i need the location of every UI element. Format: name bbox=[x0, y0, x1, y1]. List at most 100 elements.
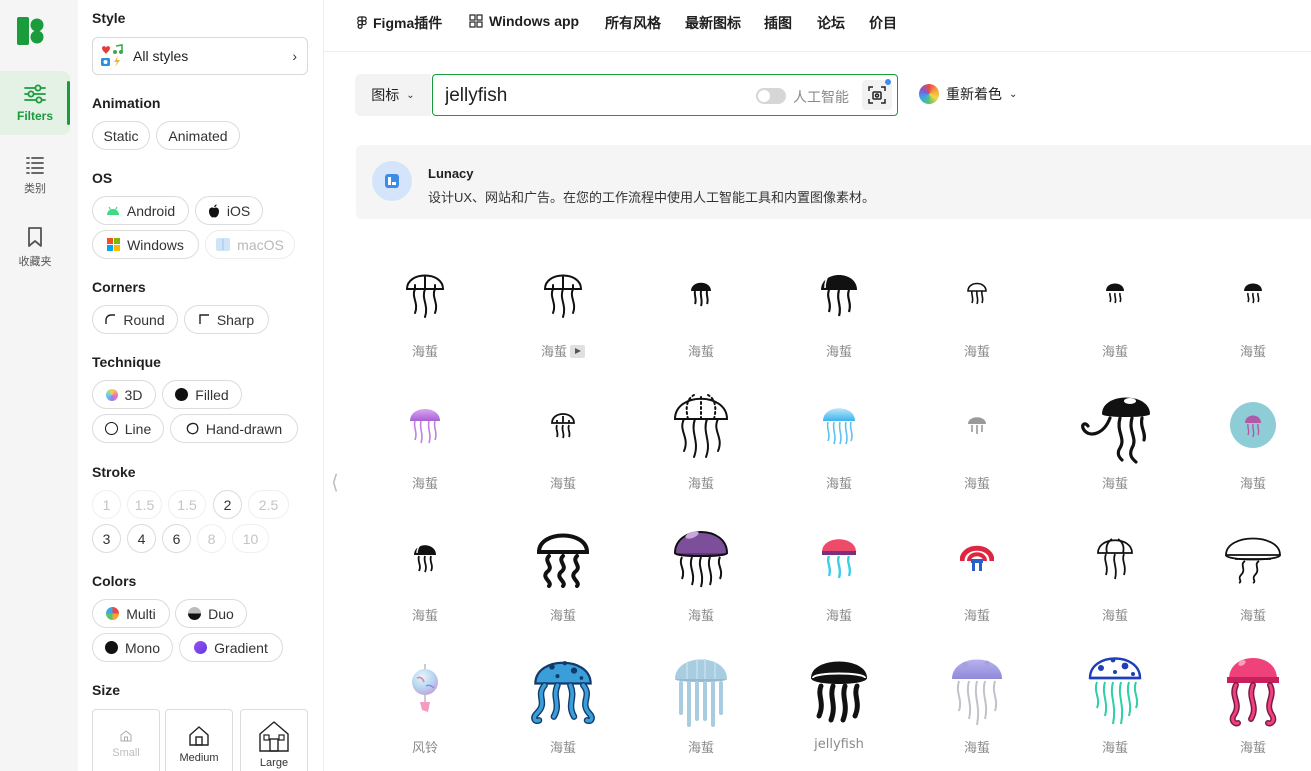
size-medium-label: Medium bbox=[179, 752, 219, 764]
icons8-logo[interactable] bbox=[17, 17, 45, 45]
os-ios-chip[interactable]: iOS bbox=[195, 196, 263, 225]
chip-label: macOS bbox=[237, 236, 284, 253]
colors-multi-chip[interactable]: Multi bbox=[92, 599, 170, 628]
icon-result[interactable]: jellyfish bbox=[770, 653, 908, 771]
icon-result[interactable]: 海蜇 bbox=[494, 389, 632, 521]
stroke-option[interactable]: 2.5 bbox=[248, 490, 289, 519]
colors-gradient-chip[interactable]: Gradient bbox=[179, 633, 283, 662]
stroke-option[interactable]: 4 bbox=[127, 524, 156, 553]
sliders-icon bbox=[24, 84, 46, 103]
icon-result[interactable]: 海蜇 bbox=[494, 257, 632, 389]
search-type-select[interactable]: 图标 ⌄ bbox=[355, 74, 431, 116]
promo-banner[interactable]: Lunacy 设计UX、网站和广告。在您的工作流程中使用人工智能工具和内置图像素… bbox=[356, 145, 1311, 219]
stroke-option[interactable]: 1.5 bbox=[127, 490, 162, 519]
icon-result[interactable]: 海蜇 bbox=[356, 257, 494, 389]
technique-filled-chip[interactable]: Filled bbox=[162, 380, 242, 409]
image-search-button[interactable] bbox=[862, 79, 892, 110]
stroke-option[interactable]: 1 bbox=[92, 490, 121, 519]
list-icon bbox=[26, 156, 44, 174]
chip-label: Static bbox=[103, 127, 139, 144]
style-select[interactable]: All styles › bbox=[92, 37, 308, 75]
icon-result[interactable]: 海蜇 bbox=[770, 389, 908, 521]
icon-result[interactable]: 海蜇 bbox=[632, 653, 770, 771]
icon-result[interactable]: 海蜇 bbox=[908, 257, 1046, 389]
icon-result[interactable]: 海蜇 bbox=[1046, 653, 1184, 771]
stroke-option[interactable]: 3 bbox=[92, 524, 121, 553]
jellyfish-wide-outline-icon bbox=[1218, 521, 1288, 593]
icon-result[interactable]: 海蜇 bbox=[632, 257, 770, 389]
nav-figma-plugin[interactable]: Figma插件 bbox=[357, 13, 442, 33]
icon-result[interactable]: 风铃 bbox=[356, 653, 494, 771]
rail-categories[interactable]: 类别 bbox=[0, 143, 70, 207]
os-windows-chip[interactable]: Windows bbox=[92, 230, 199, 259]
chip-label: Sharp bbox=[216, 311, 255, 328]
stroke-option[interactable]: 10 bbox=[232, 524, 269, 553]
stroke-option[interactable]: 8 bbox=[197, 524, 226, 553]
stroke-option[interactable]: 1.5 bbox=[168, 490, 206, 519]
icon-label: 海蜇 bbox=[1101, 477, 1128, 492]
icon-result[interactable]: 海蜇 bbox=[632, 389, 770, 521]
jellyfish-blue-spotted-icon bbox=[528, 653, 598, 725]
icon-result[interactable]: 海蜇 bbox=[494, 653, 632, 771]
icon-result[interactable]: 海蜇 bbox=[908, 389, 1046, 521]
size-large-option[interactable]: Large bbox=[240, 709, 308, 771]
rail-favorites[interactable]: 收藏夹 bbox=[0, 215, 70, 279]
icon-result[interactable]: 海蜇 bbox=[1184, 257, 1311, 389]
icon-result[interactable]: 海蜇 bbox=[770, 257, 908, 389]
technique-3d-chip[interactable]: 3D bbox=[92, 380, 156, 409]
size-small-option[interactable]: Small bbox=[92, 709, 160, 771]
icon-result[interactable]: 海蜇 bbox=[908, 653, 1046, 771]
icon-result[interactable]: 海蜇 bbox=[1184, 521, 1311, 653]
rail-filters-label: Filters bbox=[16, 108, 53, 123]
stroke-option[interactable]: 6 bbox=[162, 524, 191, 553]
recolor-dropdown[interactable]: 重新着色 ⌄ bbox=[919, 84, 1017, 104]
nav-pricing[interactable]: 价目 bbox=[869, 13, 897, 33]
icon-result[interactable]: 海蜇 bbox=[356, 521, 494, 653]
house-small-icon bbox=[120, 730, 132, 742]
stroke-option[interactable]: 2 bbox=[213, 490, 242, 519]
animation-animated-chip[interactable]: Animated bbox=[156, 121, 240, 150]
nav-illustrations[interactable]: 插图 bbox=[764, 13, 792, 33]
rail-categories-label: 类别 bbox=[24, 181, 46, 195]
jellyfish-lightblue-icon bbox=[666, 653, 736, 727]
ai-toggle[interactable] bbox=[756, 88, 786, 104]
nav-windows-app[interactable]: Windows app bbox=[469, 13, 579, 29]
icon-result[interactable]: 海蜇 bbox=[356, 389, 494, 521]
chevron-right-icon: › bbox=[292, 48, 297, 64]
all-styles-icon bbox=[101, 44, 123, 67]
jellyfish-red-blue-icon bbox=[942, 521, 1012, 593]
icon-result[interactable]: 海蜇 bbox=[1046, 389, 1184, 521]
jellyfish-side-filled-icon bbox=[390, 521, 460, 593]
jellyfish-mini-filled-icon bbox=[1080, 257, 1150, 329]
nav-new-icons[interactable]: 最新图标 bbox=[685, 13, 741, 33]
colors-mono-chip[interactable]: Mono bbox=[92, 633, 173, 662]
icon-result[interactable]: 海蜇 bbox=[1184, 653, 1311, 771]
technique-handdrawn-chip[interactable]: Hand-drawn bbox=[170, 414, 298, 443]
icon-result[interactable]: 海蜇 bbox=[770, 521, 908, 653]
nav-forum[interactable]: 论坛 bbox=[817, 13, 845, 33]
technique-line-chip[interactable]: Line bbox=[92, 414, 164, 443]
corners-sharp-chip[interactable]: Sharp bbox=[184, 305, 269, 334]
size-medium-option[interactable]: Medium bbox=[165, 709, 233, 771]
icon-label: 海蜇 bbox=[687, 345, 714, 360]
icon-result[interactable]: 海蜇 bbox=[1046, 257, 1184, 389]
technique-title: Technique bbox=[92, 354, 161, 370]
icon-result[interactable]: 海蜇 bbox=[632, 521, 770, 653]
corners-round-chip[interactable]: Round bbox=[92, 305, 178, 334]
rail-filters[interactable]: Filters bbox=[0, 71, 70, 135]
os-android-chip[interactable]: Android bbox=[92, 196, 189, 225]
collapse-panel-handle[interactable]: ⟨ bbox=[331, 470, 339, 495]
colors-duo-chip[interactable]: Duo bbox=[175, 599, 247, 628]
size-small-label: Small bbox=[112, 747, 140, 759]
search-input[interactable] bbox=[445, 83, 745, 109]
jellyfish-pink-cyan-icon bbox=[804, 521, 874, 593]
outline-circle-icon bbox=[104, 422, 118, 435]
icon-result[interactable]: 海蜇 bbox=[908, 521, 1046, 653]
icon-result[interactable]: 海蜇 bbox=[1046, 521, 1184, 653]
os-macos-chip[interactable]: macOS bbox=[205, 230, 295, 259]
jellyfish-black-icon bbox=[804, 653, 874, 725]
icon-result[interactable]: 海蜇 bbox=[1184, 389, 1311, 521]
nav-all-styles[interactable]: 所有风格 bbox=[605, 13, 661, 33]
icon-result[interactable]: 海蜇 bbox=[494, 521, 632, 653]
animation-static-chip[interactable]: Static bbox=[92, 121, 150, 150]
